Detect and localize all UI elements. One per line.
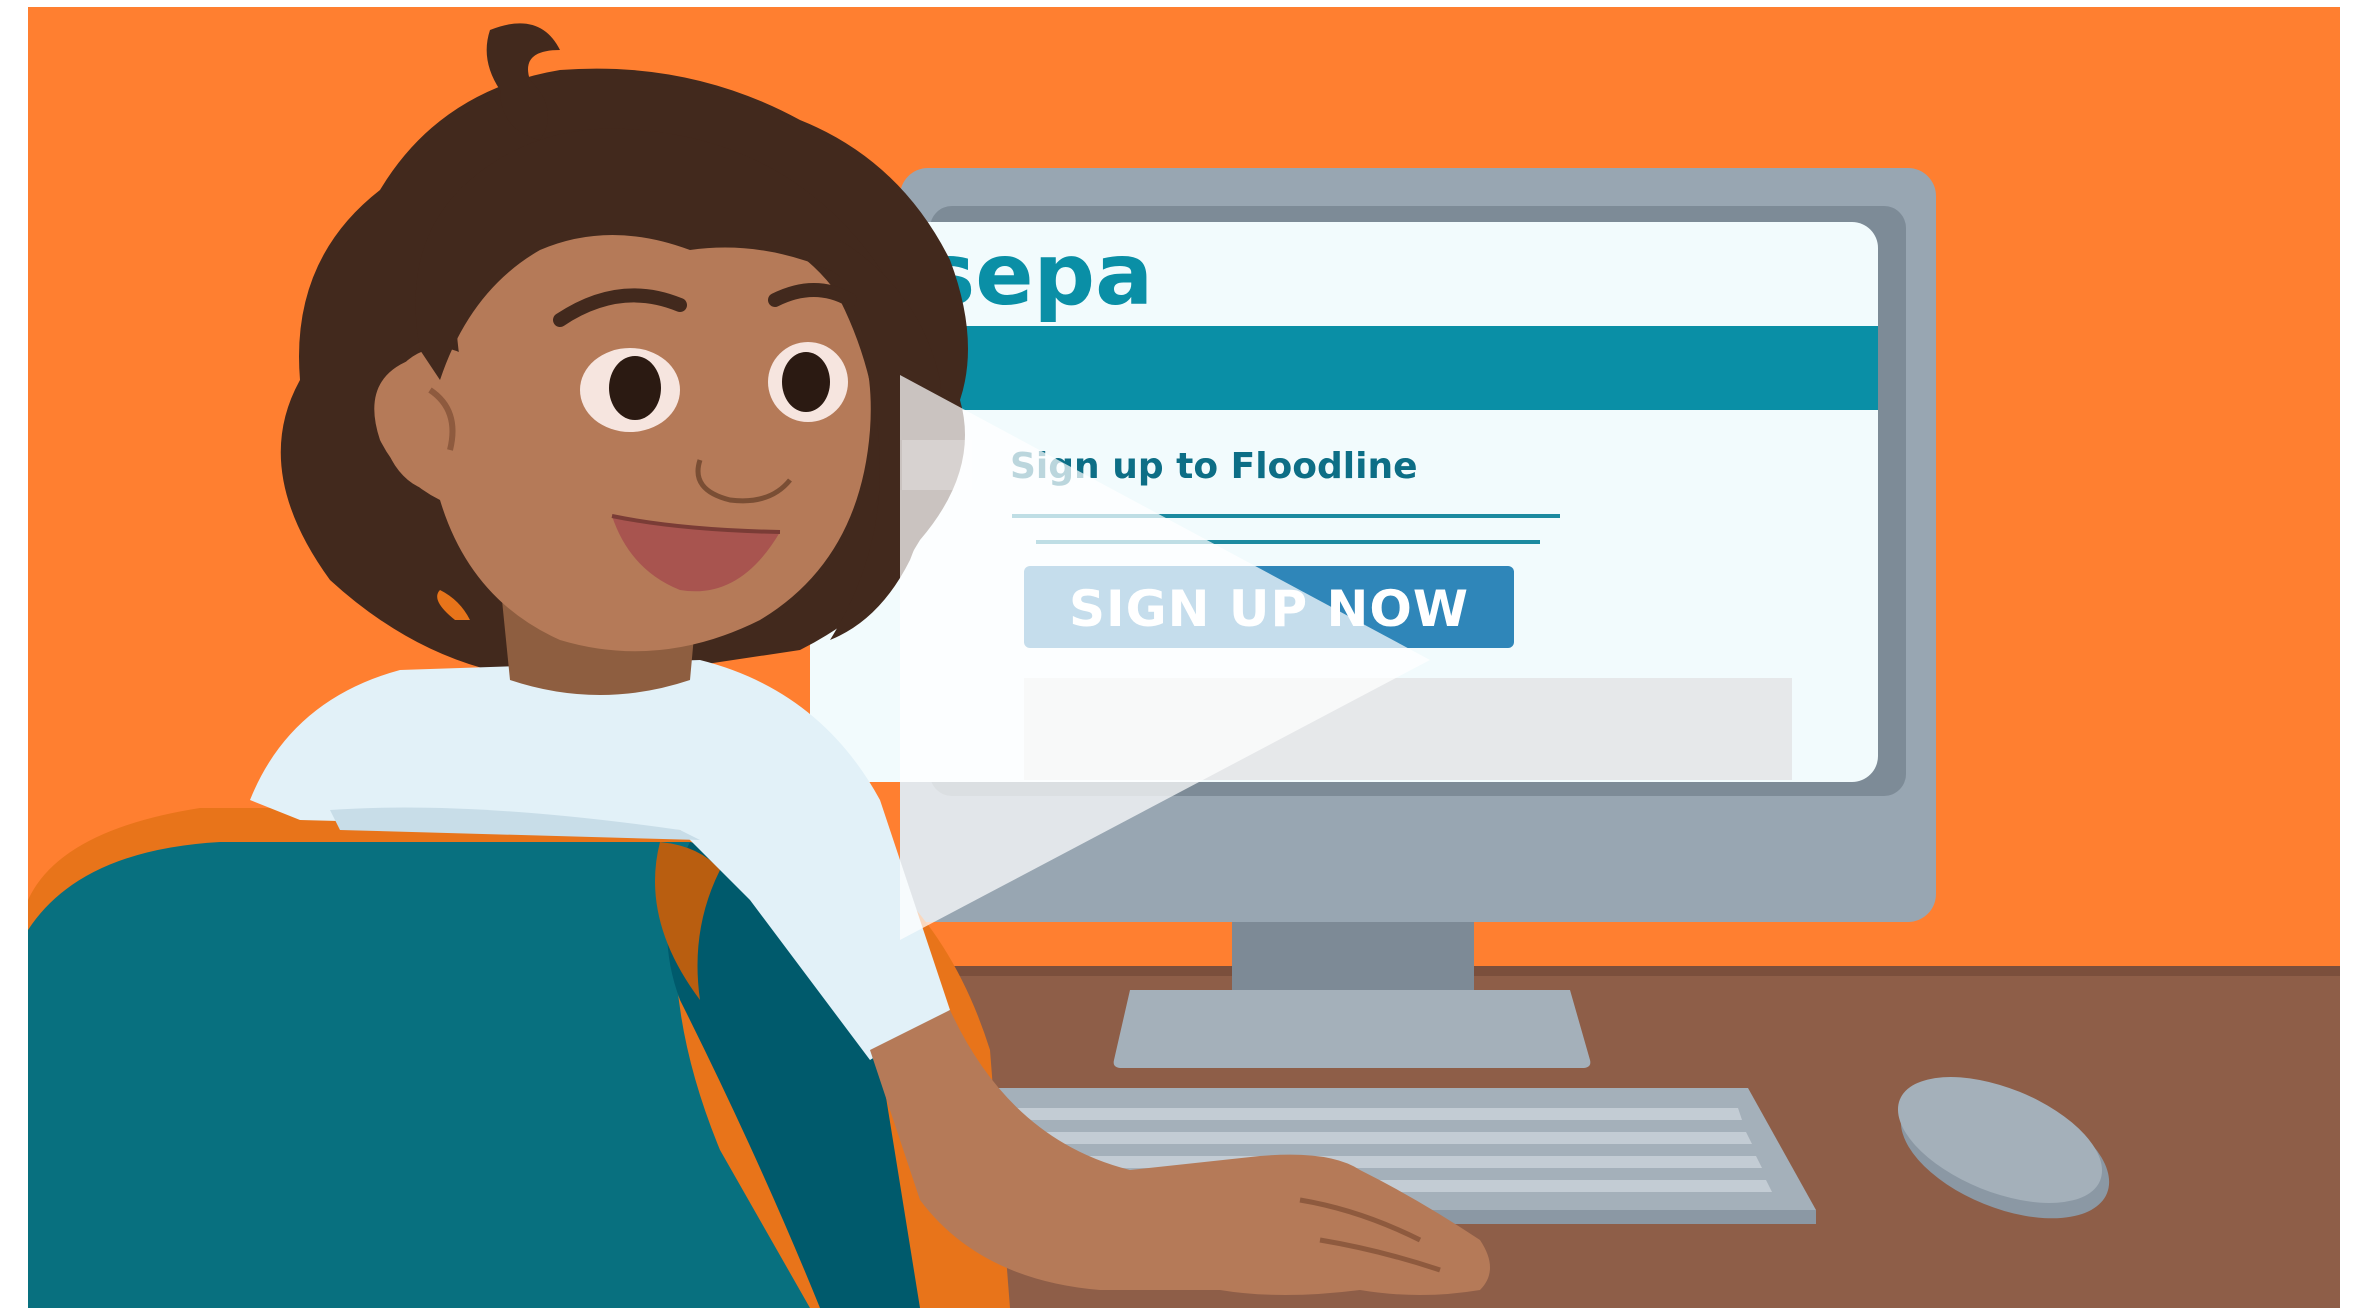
website-header-bar bbox=[810, 326, 1878, 410]
video-player[interactable]: sepa Sign up to Floodline SIGN UP NOW bbox=[0, 0, 2372, 1308]
video-thumbnail: sepa Sign up to Floodline SIGN UP NOW bbox=[28, 7, 2340, 1308]
